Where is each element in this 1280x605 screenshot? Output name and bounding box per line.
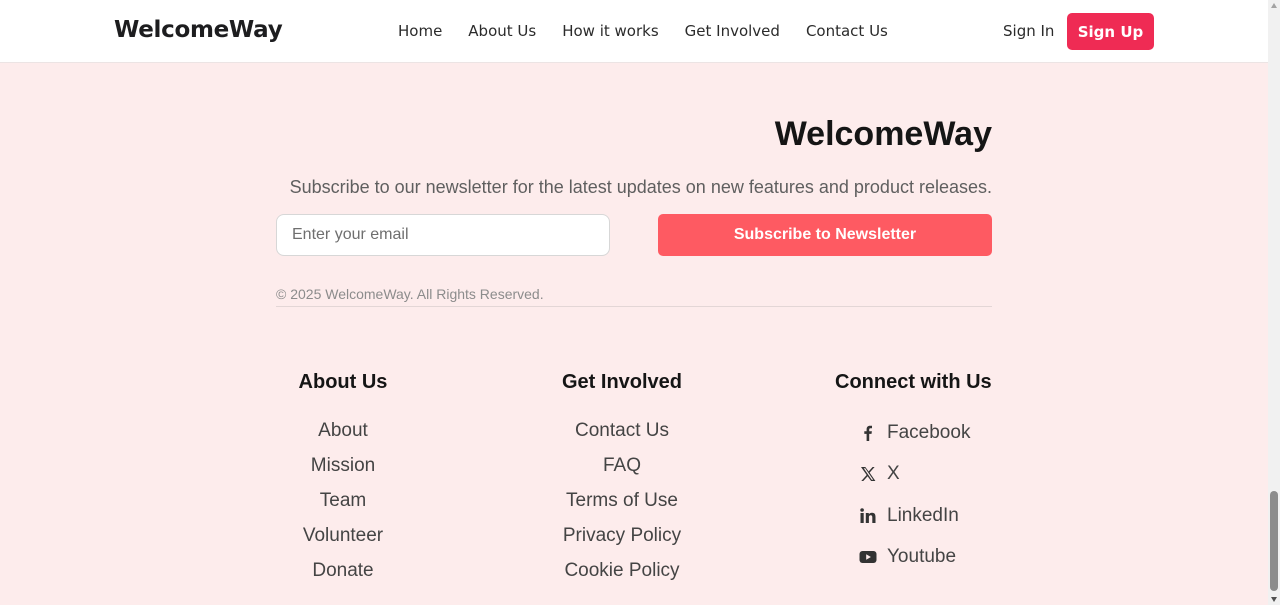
footer-link-cookie[interactable]: Cookie Policy bbox=[547, 553, 697, 588]
linkedin-label: LinkedIn bbox=[887, 504, 959, 526]
copyright-text: © 2025 WelcomeWay. All Rights Reserved. bbox=[276, 286, 544, 302]
x-label: X bbox=[887, 463, 900, 485]
email-input[interactable] bbox=[276, 214, 610, 256]
top-navbar: WelcomeWay Home About Us How it works Ge… bbox=[0, 0, 1268, 63]
footer-brand: WelcomeWay bbox=[774, 115, 992, 153]
sign-in-link[interactable]: Sign In bbox=[1003, 22, 1054, 40]
facebook-label: Facebook bbox=[887, 421, 971, 443]
x-icon bbox=[859, 465, 877, 483]
scroll-down-arrow-icon[interactable] bbox=[1271, 597, 1277, 602]
subscribe-button[interactable]: Subscribe to Newsletter bbox=[658, 214, 992, 256]
nav-contact-link[interactable]: Contact Us bbox=[806, 22, 888, 40]
scrollbar-thumb[interactable] bbox=[1270, 491, 1278, 591]
brand-logo[interactable]: WelcomeWay bbox=[114, 17, 283, 43]
linkedin-icon bbox=[859, 507, 877, 525]
youtube-label: Youtube bbox=[887, 546, 957, 568]
facebook-icon bbox=[859, 424, 877, 442]
about-us-heading: About Us bbox=[298, 371, 388, 393]
footer-divider bbox=[276, 306, 992, 307]
main-nav: Home About Us How it works Get Involved … bbox=[398, 22, 888, 40]
footer-link-volunteer[interactable]: Volunteer bbox=[268, 518, 418, 553]
connect-column: Connect with Us Facebook X LinkedIn Yout… bbox=[835, 371, 992, 578]
footer-link-donate[interactable]: Donate bbox=[268, 553, 418, 588]
nav-get-involved-link[interactable]: Get Involved bbox=[685, 22, 780, 40]
footer-link-faq[interactable]: FAQ bbox=[547, 448, 697, 483]
social-link-facebook[interactable]: Facebook bbox=[835, 412, 992, 454]
scroll-up-arrow-icon[interactable] bbox=[1271, 3, 1277, 8]
vertical-scrollbar[interactable] bbox=[1268, 0, 1280, 605]
social-link-x[interactable]: X bbox=[835, 454, 992, 496]
youtube-icon bbox=[859, 548, 877, 566]
about-us-column: About Us About Mission Team Volunteer Do… bbox=[268, 371, 418, 588]
social-link-youtube[interactable]: Youtube bbox=[835, 537, 992, 579]
nav-about-link[interactable]: About Us bbox=[468, 22, 536, 40]
nav-home-link[interactable]: Home bbox=[398, 22, 442, 40]
footer-link-about[interactable]: About bbox=[268, 413, 418, 448]
nav-how-it-works-link[interactable]: How it works bbox=[562, 22, 658, 40]
newsletter-description: Subscribe to our newsletter for the late… bbox=[289, 177, 992, 197]
footer-link-contact[interactable]: Contact Us bbox=[547, 413, 697, 448]
social-link-linkedin[interactable]: LinkedIn bbox=[835, 495, 992, 537]
footer-link-terms[interactable]: Terms of Use bbox=[547, 483, 697, 518]
get-involved-heading: Get Involved bbox=[561, 371, 683, 393]
footer-link-privacy[interactable]: Privacy Policy bbox=[547, 518, 697, 553]
get-involved-column: Get Involved Contact Us FAQ Terms of Use… bbox=[547, 371, 697, 588]
footer-link-mission[interactable]: Mission bbox=[268, 448, 418, 483]
footer-link-team[interactable]: Team bbox=[268, 483, 418, 518]
connect-heading: Connect with Us bbox=[835, 371, 992, 393]
sign-up-button[interactable]: Sign Up bbox=[1067, 13, 1154, 50]
